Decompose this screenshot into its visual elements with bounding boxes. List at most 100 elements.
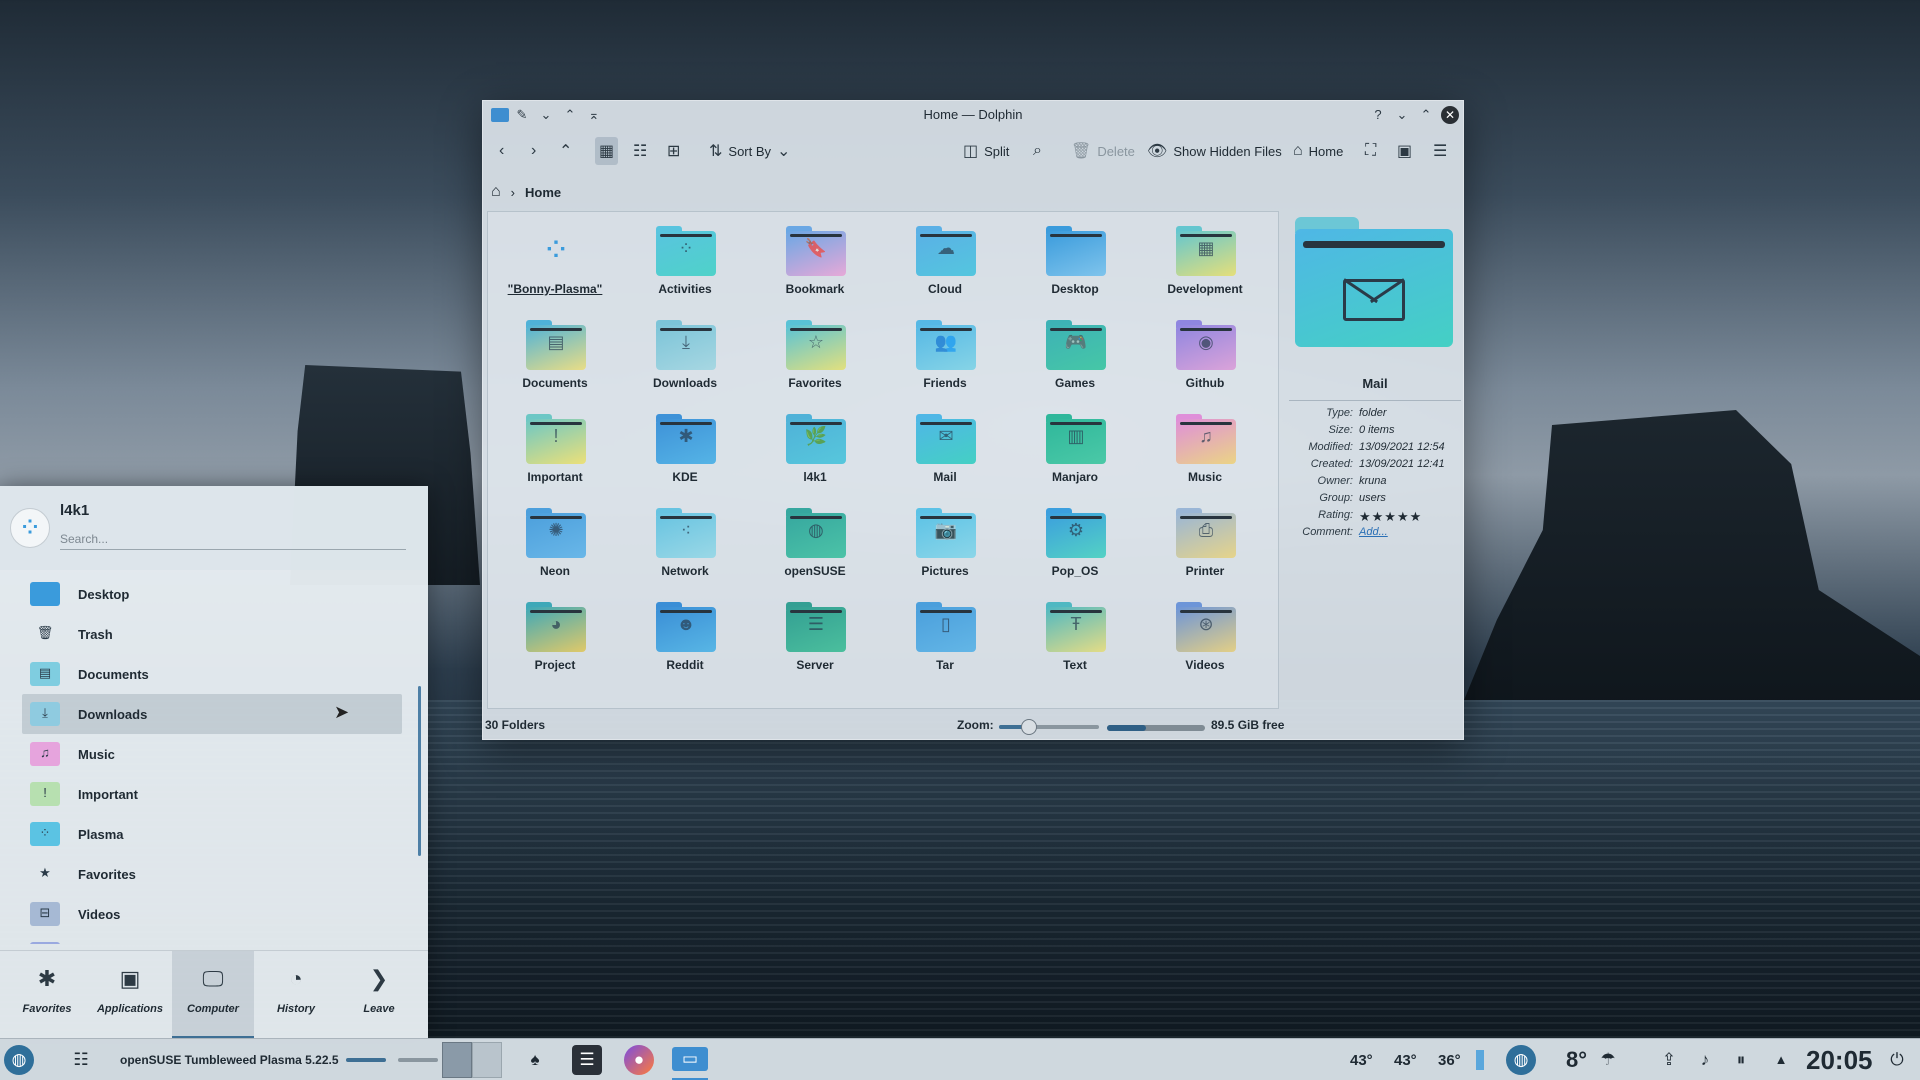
folder-item[interactable]: ⁘ "Bonny-Plasma" [500,218,610,308]
folder-item[interactable]: ▦ Development [1150,218,1260,308]
folder-item[interactable]: ☁ Cloud [890,218,1000,308]
delete-button[interactable]: 🗑 Delete [1067,137,1139,165]
launcher-item[interactable]: Desktop [22,574,402,614]
window-title-applet[interactable]: openSUSE Tumbleweed Plasma 5.22.5 [120,1039,339,1080]
volume-slider[interactable] [346,1039,386,1080]
task-inkscape[interactable]: ♠ [520,1039,550,1080]
tray-expand-button[interactable]: ▲ [1766,1039,1796,1080]
weather-widget[interactable]: 8° ☂ [1566,1039,1623,1080]
minimize-icon[interactable]: ⌄ [1393,106,1411,124]
launcher-item[interactable]: ★ Favorites [22,854,402,894]
search-button[interactable]: ⌕ [1029,137,1046,165]
folder-item[interactable]: ⚙ Pop_OS [1020,500,1130,590]
folder-item[interactable]: ◍ openSUSE [760,500,870,590]
folder-item[interactable]: ⊛ Videos [1150,594,1260,684]
kde-connect-button[interactable]: ◍ [1506,1039,1536,1080]
icons-view-button[interactable]: ▦ [595,137,619,165]
folder-item[interactable]: ◕ Project [500,594,610,684]
tab-applications[interactable]: ▣ Applications [89,951,171,1039]
folder-item[interactable]: ▯ Tar [890,594,1000,684]
gpu-temp[interactable]: 43° [1394,1039,1417,1080]
folder-item[interactable]: ✱ KDE [630,406,740,496]
folder-item[interactable]: ♫ Music [1150,406,1260,496]
up-button[interactable]: ⌃ [555,137,576,165]
launcher-item[interactable]: ! Important [22,774,402,814]
pager-settings-button[interactable]: ☷ [66,1039,96,1080]
task-settings[interactable]: ☰ [572,1039,602,1080]
folder-item[interactable]: ☰ Server [760,594,870,684]
folder-item[interactable]: ✉ Mail [890,406,1000,496]
folder-item[interactable]: Ŧ Text [1020,594,1130,684]
task-dolphin[interactable]: ▭ [672,1039,708,1080]
avatar[interactable]: ⁘ [10,508,50,548]
launcher-item[interactable]: ⁘ Plasma [22,814,402,854]
cpu-temp[interactable]: 43° [1350,1039,1373,1080]
brightness-slider[interactable] [398,1039,438,1080]
titlebar[interactable]: ✎ ⌄ ⌃ ⌅ Home — Dolphin ? ⌄ ⌃ ✕ [483,101,1463,129]
information-panel-button[interactable]: ▣ [1393,137,1416,165]
folder-item[interactable]: ◉ Github [1150,312,1260,402]
zoom-slider-handle[interactable] [1021,719,1037,735]
zoom-slider[interactable] [999,719,1099,735]
select-button[interactable]: ⛶ [1361,137,1380,165]
digital-clock[interactable]: 20:05 [1806,1039,1873,1080]
folder-item[interactable]: ⁘ Activities [630,218,740,308]
launcher-item[interactable]: ▤ Documents [22,654,402,694]
close-icon[interactable]: ✕ [1441,106,1459,124]
tab-label: Leave [363,1003,395,1015]
disk-temp[interactable]: 36° [1438,1039,1461,1080]
launcher-item[interactable]: ♫ Music [22,734,402,774]
home-button[interactable]: ⌂ Home [1289,137,1347,165]
breadcrumb-home[interactable]: Home [525,185,561,200]
folder-item[interactable]: 🔖 Bookmark [760,218,870,308]
tab-history[interactable]: ◔ History [255,951,337,1039]
launcher-item[interactable]: ⊟ Videos [22,894,402,934]
virtual-desktop-pager[interactable] [442,1039,502,1080]
folder-item[interactable]: Desktop [1020,218,1130,308]
folder-item[interactable]: 🌿 l4k1 [760,406,870,496]
folder-item[interactable]: ☻ Reddit [630,594,740,684]
shutdown-button[interactable]: ⏻ [1882,1039,1912,1080]
add-comment-link[interactable]: Add... [1359,526,1461,543]
split-button[interactable]: ◫ Split [959,137,1013,165]
folder-item[interactable]: ▤ Documents [500,312,610,402]
folder-view[interactable]: ⁘ "Bonny-Plasma" ⁘ Activities 🔖 Bookmark ☁ Clou… [487,211,1279,709]
sort-by-button[interactable]: ⇅ Sort By ⌄ [705,137,794,165]
launcher-item-label: Important [78,786,138,802]
folder-item[interactable]: ⎙ Printer [1150,500,1260,590]
folder-item[interactable]: ! Important [500,406,610,496]
tab-leave[interactable]: ❯ Leave [338,951,420,1039]
folder-item[interactable]: ⁖ Network [630,500,740,590]
media-pause-button[interactable]: ⏸ [1726,1039,1756,1080]
show-hidden-files-button[interactable]: 👁 Show Hidden Files [1143,137,1286,165]
tab-favorites[interactable]: ✱ Favorites [6,951,88,1039]
tab-computer[interactable]: 🖵 Computer [172,951,254,1039]
launcher-item[interactable]: ◉Github [22,934,402,944]
folder-item[interactable]: 📷 Pictures [890,500,1000,590]
forward-button[interactable]: › [527,137,540,165]
search-input[interactable] [60,528,406,550]
tab-label: Applications [96,1003,163,1015]
disk-usage-bar[interactable] [1476,1039,1484,1080]
launcher-item[interactable]: 🗑 Trash [22,614,402,654]
home-icon[interactable]: ⌂ [491,183,501,201]
audio-button[interactable]: ♪ [1690,1039,1720,1080]
help-icon[interactable]: ? [1369,106,1387,124]
compact-view-button[interactable]: ☷ [629,137,651,165]
folder-item[interactable]: ✺ Neon [500,500,610,590]
maximize-icon[interactable]: ⌃ [1417,106,1435,124]
info-row: Size: 0 items [1289,424,1461,441]
back-button[interactable]: ‹ [495,137,508,165]
hamburger-menu-button[interactable]: ☰ [1429,137,1451,165]
scrollbar[interactable] [418,686,421,856]
folder-item[interactable]: ▥ Manjaro [1020,406,1130,496]
rating-stars[interactable]: ★★★★★ [1359,509,1461,526]
task-firefox[interactable]: ● [624,1039,654,1080]
folder-item[interactable]: 🎮 Games [1020,312,1130,402]
updates-button[interactable]: ⇪ [1654,1039,1684,1080]
folder-item[interactable]: 👥 Friends [890,312,1000,402]
launcher-button[interactable]: ◍ [4,1039,34,1080]
folder-item[interactable]: ⤓ Downloads [630,312,740,402]
details-view-button[interactable]: ⊞ [663,137,684,165]
folder-item[interactable]: ☆ Favorites [760,312,870,402]
